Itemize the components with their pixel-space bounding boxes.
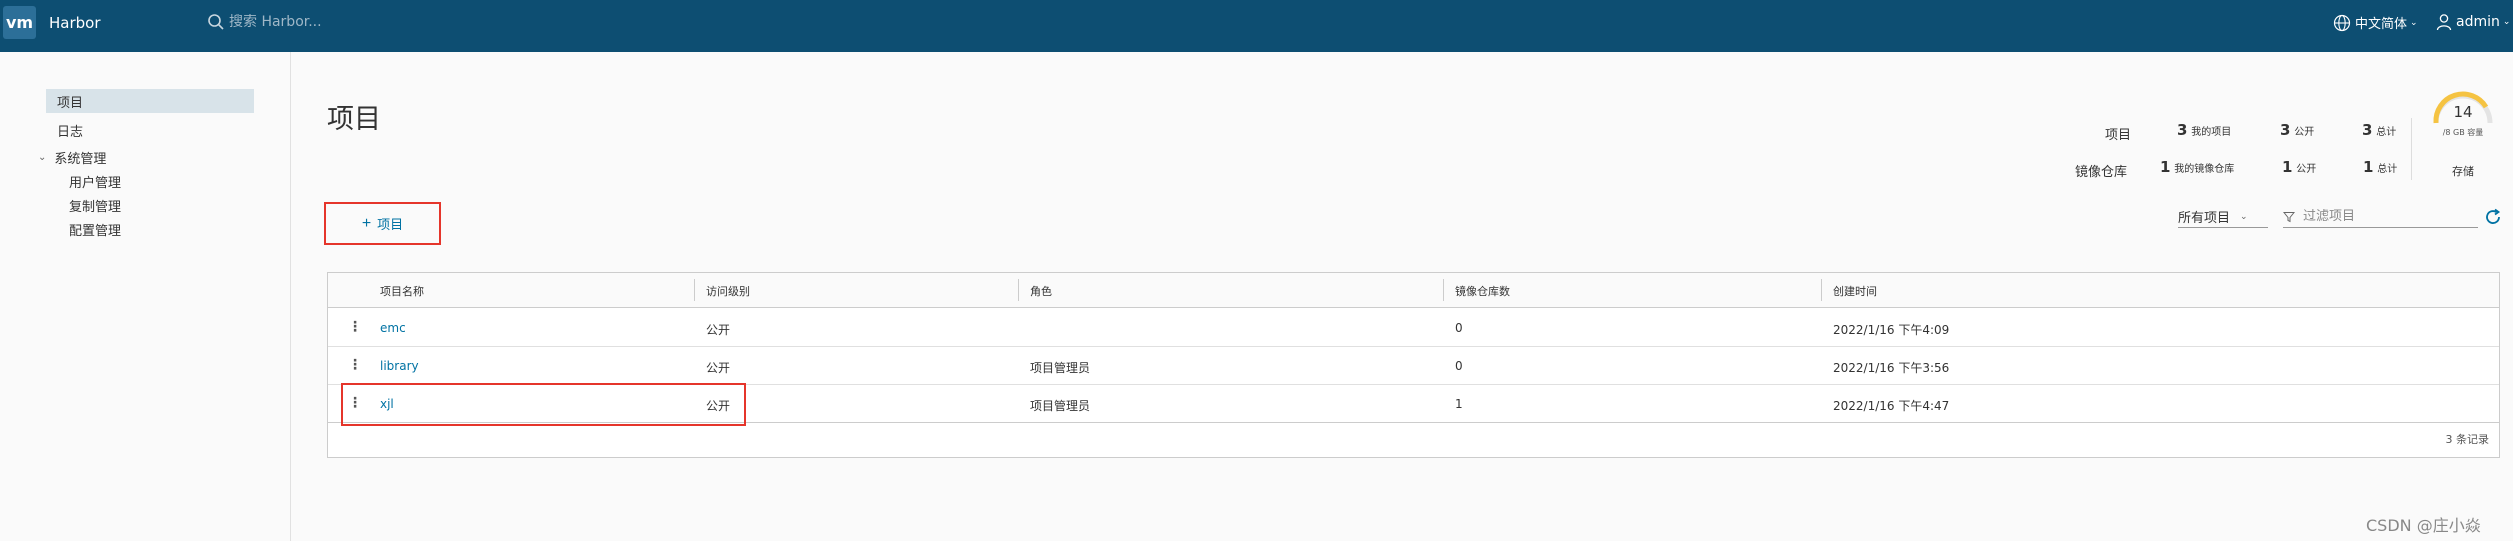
summary-repos-total[interactable]: 1 总计 [2363, 158, 2397, 176]
count: 1 [2363, 158, 2374, 176]
row-actions-icon[interactable]: ⋮ [348, 395, 362, 411]
storage-capacity: /8 GB 容量 [2442, 128, 2484, 137]
chevron-down-icon: ⌄ [2240, 211, 2248, 222]
globe-icon [2333, 14, 2351, 31]
vmware-logo[interactable]: vm [3, 6, 36, 39]
search-input[interactable] [229, 14, 459, 30]
app-title[interactable]: Harbor [49, 14, 101, 32]
count: 3 [2280, 121, 2291, 139]
sidebar-item-projects[interactable]: 项目 [46, 89, 254, 113]
user-icon [2436, 14, 2452, 31]
new-project-button[interactable]: + 项目 [324, 202, 441, 245]
divider [2411, 118, 2412, 180]
count-label: 公开 [2294, 127, 2315, 138]
new-project-label: 项目 [377, 217, 404, 232]
search-icon [208, 14, 224, 30]
summary-repos-label: 镜像仓库 [2075, 165, 2128, 180]
summary-projects-label: 项目 [2105, 128, 2132, 143]
column-separator [694, 279, 695, 301]
filter-select-value: 所有项目 [2178, 211, 2231, 226]
chevron-down-icon: ⌄ [38, 152, 47, 163]
sidebar-item-configuration[interactable]: 配置管理 [69, 220, 121, 239]
table-row: ⋮ emc 公开 0 2022/1/16 下午4:09 [328, 309, 2499, 347]
column-header-access[interactable]: 访问级别 [706, 283, 750, 299]
language-label: 中文简体 [2355, 17, 2408, 32]
access-level: 公开 [706, 361, 731, 375]
filter-input[interactable] [2303, 209, 2473, 224]
table-header: 项目名称 访问级别 角色 镜像仓库数 创建时间 [328, 273, 2499, 308]
record-count: 3 条记录 [2445, 433, 2490, 446]
count-label: 我的镜像仓库 [2174, 164, 2235, 175]
project-name-link[interactable]: library [380, 359, 419, 373]
project-filter-select[interactable]: 所有项目 ⌄ [2178, 206, 2268, 228]
column-separator [1821, 279, 1822, 301]
projects-table: 项目名称 访问级别 角色 镜像仓库数 创建时间 ⋮ emc 公开 0 2022/… [327, 272, 2500, 458]
column-header-repo-count[interactable]: 镜像仓库数 [1455, 283, 1510, 299]
column-separator [1018, 279, 1019, 301]
watermark: CSDN @庄小焱 [2366, 516, 2481, 535]
sidebar: 项目 日志 ⌄ 系统管理 用户管理 复制管理 配置管理 [0, 52, 291, 541]
chevron-down-icon: ⌄ [2410, 17, 2418, 28]
row-actions-icon[interactable]: ⋮ [348, 357, 362, 373]
storage-label: 存储 [2452, 165, 2474, 178]
repo-count: 0 [1455, 321, 1463, 335]
table-row: ⋮ xjl 公开 项目管理员 1 2022/1/16 下午4:47 [328, 385, 2499, 423]
summary-projects-private[interactable]: 3 我的项目 [2177, 121, 2231, 139]
column-header-name[interactable]: 项目名称 [380, 283, 424, 299]
count-label: 我的项目 [2191, 127, 2232, 138]
repo-count: 1 [1455, 397, 1463, 411]
creation-time: 2022/1/16 下午4:47 [1833, 399, 1950, 413]
storage-value: 14 [2453, 103, 2473, 121]
sidebar-item-logs[interactable]: 日志 [57, 121, 83, 140]
summary-projects-public[interactable]: 3 公开 [2280, 121, 2314, 139]
count: 3 [2177, 121, 2188, 139]
column-separator [1443, 279, 1444, 301]
count-label: 公开 [2296, 164, 2317, 175]
summary-projects-total[interactable]: 3 总计 [2362, 121, 2396, 139]
top-header: vm Harbor 中文简体 ⌄ admin ⌄ [0, 0, 2513, 52]
column-header-created[interactable]: 创建时间 [1833, 283, 1877, 299]
summary-repos-private[interactable]: 1 我的镜像仓库 [2160, 158, 2234, 176]
role: 项目管理员 [1030, 399, 1091, 413]
count-label: 总计 [2376, 127, 2397, 138]
refresh-icon[interactable] [2483, 207, 2503, 227]
language-selector[interactable]: 中文简体 ⌄ [2333, 13, 2418, 32]
sidebar-item-label: 项目 [57, 96, 84, 111]
sidebar-item-users[interactable]: 用户管理 [69, 172, 121, 191]
count: 3 [2362, 121, 2373, 139]
access-level: 公开 [706, 399, 731, 413]
page-title: 项目 [327, 104, 381, 135]
count: 1 [2282, 158, 2293, 176]
user-menu[interactable]: admin ⌄ [2436, 13, 2510, 31]
creation-time: 2022/1/16 下午3:56 [1833, 361, 1950, 375]
filter-box [2283, 206, 2478, 228]
sidebar-item-replications[interactable]: 复制管理 [69, 196, 121, 215]
count: 1 [2160, 158, 2171, 176]
global-search[interactable] [207, 13, 459, 31]
plus-icon: + [361, 214, 372, 232]
sidebar-item-label: 系统管理 [54, 152, 107, 167]
sidebar-item-administration[interactable]: ⌄ 系统管理 [38, 148, 106, 167]
role: 项目管理员 [1030, 361, 1091, 375]
column-header-role[interactable]: 角色 [1030, 283, 1052, 299]
access-level: 公开 [706, 323, 731, 337]
row-actions-icon[interactable]: ⋮ [348, 319, 362, 335]
summary-repos-public[interactable]: 1 公开 [2282, 158, 2316, 176]
project-name-link[interactable]: xjl [380, 397, 394, 411]
project-name-link[interactable]: emc [380, 321, 406, 335]
count-label: 总计 [2377, 164, 2398, 175]
table-row: ⋮ library 公开 项目管理员 0 2022/1/16 下午3:56 [328, 347, 2499, 385]
filter-icon [2283, 211, 2295, 222]
username: admin [2456, 14, 2500, 30]
chevron-down-icon: ⌄ [2502, 17, 2511, 27]
creation-time: 2022/1/16 下午4:09 [1833, 323, 1950, 337]
repo-count: 0 [1455, 359, 1463, 373]
